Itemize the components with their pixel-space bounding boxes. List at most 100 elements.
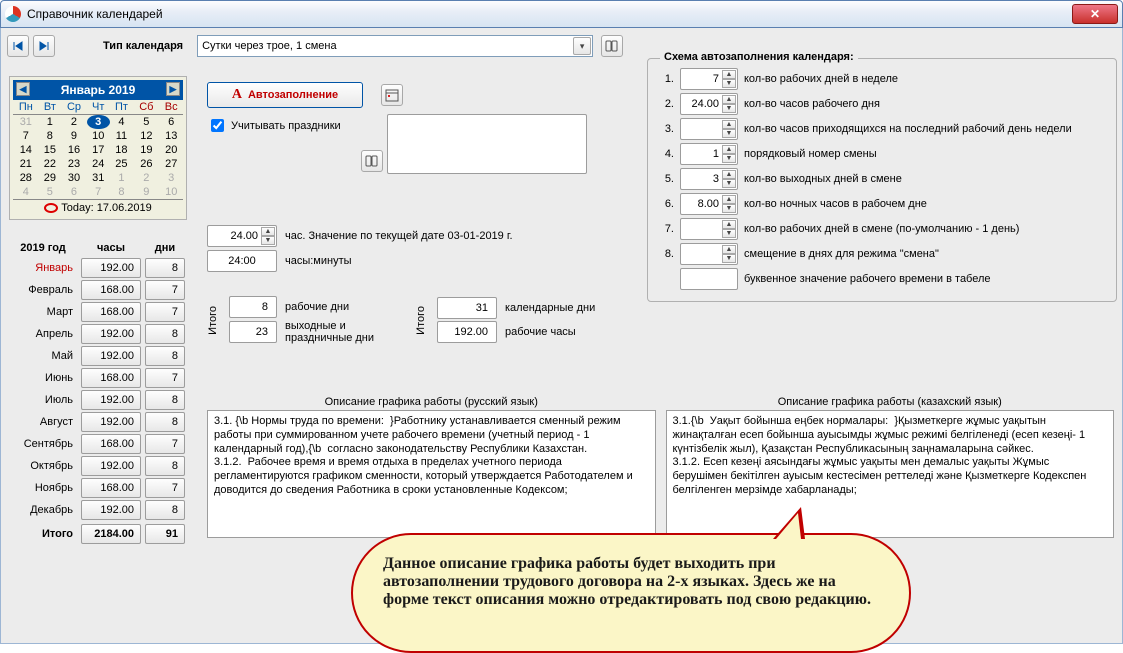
month-days-cell[interactable]: 8 xyxy=(145,390,185,410)
month-days-cell[interactable]: 7 xyxy=(145,478,185,498)
month-hours-cell[interactable]: 168.00 xyxy=(81,368,141,388)
day-cell[interactable]: 5 xyxy=(39,185,61,199)
day-cell[interactable]: 2 xyxy=(61,115,87,130)
day-cell[interactable]: 5 xyxy=(133,115,159,130)
month-days-cell[interactable]: 8 xyxy=(145,258,185,278)
day-cell[interactable]: 6 xyxy=(159,115,183,130)
autofill-button[interactable]: A Автозаполнение xyxy=(207,82,363,108)
spinner[interactable]: ▲▼ xyxy=(261,227,275,245)
month-days-cell[interactable]: 8 xyxy=(145,412,185,432)
day-cell[interactable]: 23 xyxy=(61,157,87,171)
day-cell[interactable]: 27 xyxy=(159,157,183,171)
scheme-value-input[interactable]: 8.00▲▼ xyxy=(680,193,738,215)
spinner[interactable]: ▲▼ xyxy=(722,70,736,88)
day-cell[interactable]: 28 xyxy=(13,171,39,185)
day-cell[interactable]: 20 xyxy=(159,143,183,157)
desc-textarea-ru[interactable]: 3.1. {\b Нормы труда по времени: }Работн… xyxy=(207,410,656,538)
desc-textarea-kz[interactable]: 3.1.{\b Уақыт бойынша еңбек нормалары: }… xyxy=(666,410,1115,538)
day-cell[interactable]: 21 xyxy=(13,157,39,171)
month-hours-cell[interactable]: 192.00 xyxy=(81,500,141,520)
month-hours-cell[interactable]: 192.00 xyxy=(81,324,141,344)
month-days-cell[interactable]: 8 xyxy=(145,346,185,366)
prev-month-button[interactable]: ◀ xyxy=(16,82,30,96)
day-cell[interactable]: 7 xyxy=(13,129,39,143)
day-cell[interactable]: 13 xyxy=(159,129,183,143)
day-cell[interactable]: 18 xyxy=(110,143,134,157)
spinner[interactable]: ▲▼ xyxy=(722,220,736,238)
month-days-cell[interactable]: 7 xyxy=(145,368,185,388)
close-button[interactable]: ✕ xyxy=(1072,4,1118,24)
day-cell[interactable]: 30 xyxy=(61,171,87,185)
scheme-value-input[interactable]: 3▲▼ xyxy=(680,168,738,190)
scheme-value-input[interactable]: 7▲▼ xyxy=(680,68,738,90)
day-cell[interactable]: 29 xyxy=(39,171,61,185)
day-cell[interactable]: 19 xyxy=(133,143,159,157)
day-cell[interactable]: 10 xyxy=(159,185,183,199)
day-cell[interactable]: 2 xyxy=(133,171,159,185)
month-hours-cell[interactable]: 168.00 xyxy=(81,302,141,322)
month-days-cell[interactable]: 7 xyxy=(145,302,185,322)
month-days-cell[interactable]: 7 xyxy=(145,280,185,300)
day-cell[interactable]: 8 xyxy=(110,185,134,199)
spinner[interactable]: ▲▼ xyxy=(722,145,736,163)
day-cell[interactable]: 1 xyxy=(110,171,134,185)
notes-lookup-button[interactable] xyxy=(361,150,383,172)
calendar-type-dropdown[interactable]: Сутки через трое, 1 смена xyxy=(197,35,593,57)
day-cell[interactable]: 31 xyxy=(87,171,110,185)
lookup-button[interactable] xyxy=(601,35,623,57)
day-cell[interactable]: 9 xyxy=(133,185,159,199)
day-cell[interactable]: 1 xyxy=(39,115,61,130)
spinner[interactable]: ▲▼ xyxy=(722,120,736,138)
day-cell[interactable]: 15 xyxy=(39,143,61,157)
scheme-value-input[interactable]: ▲▼ xyxy=(680,218,738,240)
month-hours-cell[interactable]: 192.00 xyxy=(81,412,141,432)
day-cell[interactable]: 6 xyxy=(61,185,87,199)
day-cell[interactable]: 3 xyxy=(87,115,110,130)
month-hours-cell[interactable]: 168.00 xyxy=(81,478,141,498)
day-cell[interactable]: 24 xyxy=(87,157,110,171)
spinner[interactable]: ▲▼ xyxy=(722,95,736,113)
day-cell[interactable]: 14 xyxy=(13,143,39,157)
spinner[interactable]: ▲▼ xyxy=(722,195,736,213)
month-hours-cell[interactable]: 192.00 xyxy=(81,456,141,476)
scheme-value-input[interactable]: ▲▼ xyxy=(680,118,738,140)
scheme-value-box[interactable] xyxy=(680,268,738,290)
scheme-value-input[interactable]: 1▲▼ xyxy=(680,143,738,165)
date-picker-button[interactable] xyxy=(381,84,403,106)
month-hours-cell[interactable]: 168.00 xyxy=(81,434,141,454)
day-cell[interactable]: 8 xyxy=(39,129,61,143)
day-cell[interactable]: 4 xyxy=(13,185,39,199)
next-record-button[interactable] xyxy=(33,35,55,57)
day-cell[interactable]: 3 xyxy=(159,171,183,185)
day-cell[interactable]: 7 xyxy=(87,185,110,199)
month-days-cell[interactable]: 7 xyxy=(145,434,185,454)
month-days-cell[interactable]: 8 xyxy=(145,324,185,344)
hours-value-input[interactable]: 24.00 ▲▼ xyxy=(207,225,277,247)
holidays-checkbox[interactable]: Учитывать праздники xyxy=(207,116,341,135)
month-hours-cell[interactable]: 168.00 xyxy=(81,280,141,300)
day-cell[interactable]: 31 xyxy=(13,115,39,130)
month-days-cell[interactable]: 8 xyxy=(145,456,185,476)
month-hours-cell[interactable]: 192.00 xyxy=(81,258,141,278)
holidays-checkbox-input[interactable] xyxy=(211,119,224,132)
month-days-cell[interactable]: 8 xyxy=(145,500,185,520)
notes-box[interactable] xyxy=(387,114,587,174)
today-row[interactable]: Today: 17.06.2019 xyxy=(13,199,183,216)
dropdown-arrow-icon[interactable] xyxy=(573,37,591,55)
spinner[interactable]: ▲▼ xyxy=(722,170,736,188)
scheme-value-input[interactable]: 24.00▲▼ xyxy=(680,93,738,115)
day-cell[interactable]: 12 xyxy=(133,129,159,143)
scheme-value-input[interactable]: ▲▼ xyxy=(680,243,738,265)
spinner[interactable]: ▲▼ xyxy=(722,245,736,263)
next-month-button[interactable]: ▶ xyxy=(166,82,180,96)
day-cell[interactable]: 9 xyxy=(61,129,87,143)
month-hours-cell[interactable]: 192.00 xyxy=(81,390,141,410)
day-cell[interactable]: 4 xyxy=(110,115,134,130)
month-hours-cell[interactable]: 192.00 xyxy=(81,346,141,366)
day-cell[interactable]: 16 xyxy=(61,143,87,157)
day-cell[interactable]: 10 xyxy=(87,129,110,143)
day-cell[interactable]: 22 xyxy=(39,157,61,171)
day-cell[interactable]: 17 xyxy=(87,143,110,157)
day-cell[interactable]: 25 xyxy=(110,157,134,171)
day-cell[interactable]: 26 xyxy=(133,157,159,171)
